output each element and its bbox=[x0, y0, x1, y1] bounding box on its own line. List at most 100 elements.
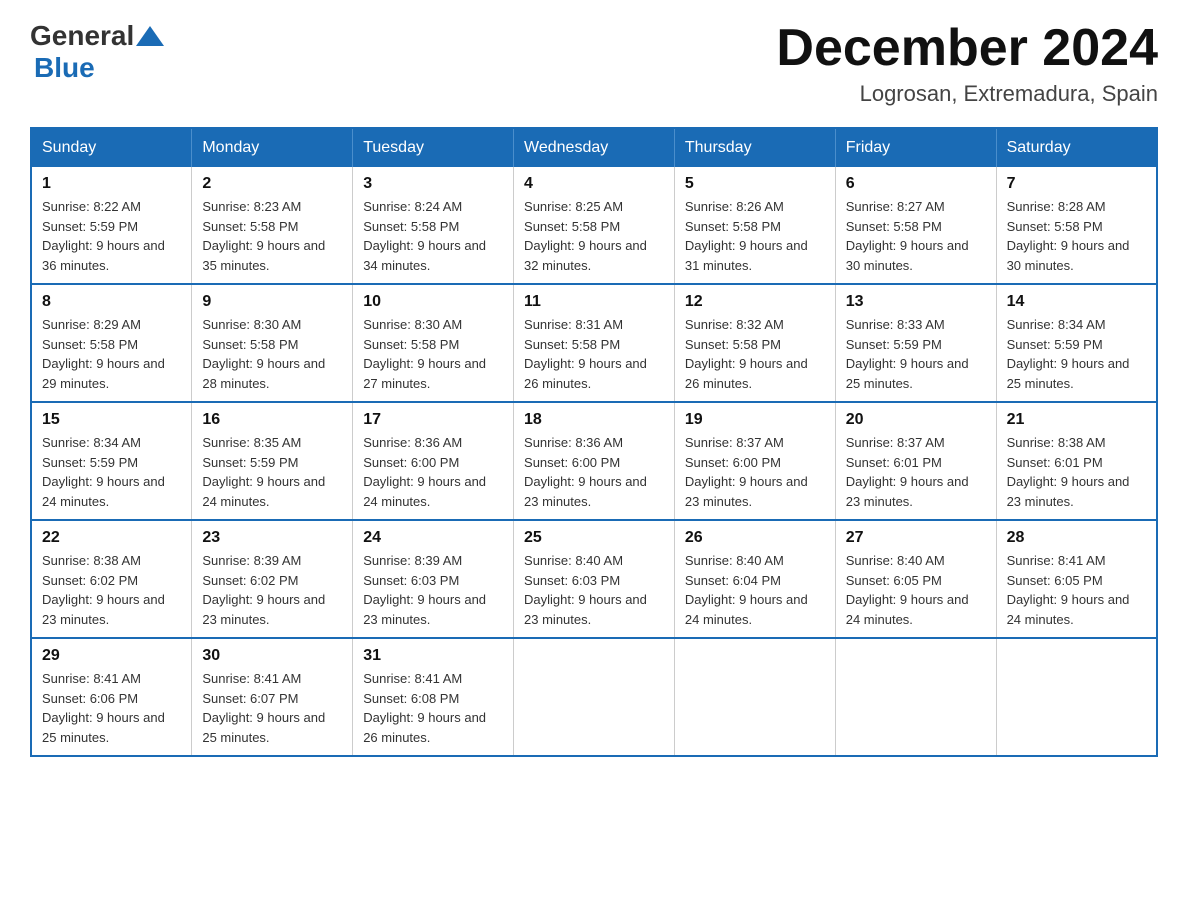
sunrise-label: Sunrise: bbox=[1007, 553, 1058, 568]
calendar-cell: 19 Sunrise: 8:37 AM Sunset: 6:00 PM Dayl… bbox=[674, 402, 835, 520]
day-number: 30 bbox=[202, 647, 342, 665]
calendar-cell: 8 Sunrise: 8:29 AM Sunset: 5:58 PM Dayli… bbox=[31, 284, 192, 402]
day-number: 28 bbox=[1007, 529, 1146, 547]
day-number: 16 bbox=[202, 411, 342, 429]
sunset-label: Sunset: bbox=[363, 219, 411, 234]
sunset-value: 6:00 PM bbox=[411, 455, 459, 470]
daylight-label: Daylight: 9 hours and 24 minutes. bbox=[846, 592, 969, 627]
sunset-label: Sunset: bbox=[846, 573, 894, 588]
daylight-label: Daylight: 9 hours and 36 minutes. bbox=[42, 238, 165, 273]
calendar-cell: 5 Sunrise: 8:26 AM Sunset: 5:58 PM Dayli… bbox=[674, 167, 835, 284]
sunrise-value: 8:24 AM bbox=[415, 199, 463, 214]
sunrise-value: 8:38 AM bbox=[1058, 435, 1106, 450]
day-number: 13 bbox=[846, 293, 986, 311]
calendar-cell: 7 Sunrise: 8:28 AM Sunset: 5:58 PM Dayli… bbox=[996, 167, 1157, 284]
calendar-cell: 15 Sunrise: 8:34 AM Sunset: 5:59 PM Dayl… bbox=[31, 402, 192, 520]
sunrise-label: Sunrise: bbox=[42, 317, 93, 332]
daylight-label: Daylight: 9 hours and 24 minutes. bbox=[363, 474, 486, 509]
sunrise-label: Sunrise: bbox=[685, 553, 736, 568]
sunrise-label: Sunrise: bbox=[202, 553, 253, 568]
calendar-cell: 20 Sunrise: 8:37 AM Sunset: 6:01 PM Dayl… bbox=[835, 402, 996, 520]
sunrise-value: 8:33 AM bbox=[897, 317, 945, 332]
calendar-cell: 22 Sunrise: 8:38 AM Sunset: 6:02 PM Dayl… bbox=[31, 520, 192, 638]
calendar-cell: 14 Sunrise: 8:34 AM Sunset: 5:59 PM Dayl… bbox=[996, 284, 1157, 402]
day-number: 15 bbox=[42, 411, 181, 429]
calendar-cell: 23 Sunrise: 8:39 AM Sunset: 6:02 PM Dayl… bbox=[192, 520, 353, 638]
sunrise-label: Sunrise: bbox=[685, 317, 736, 332]
daylight-label: Daylight: 9 hours and 26 minutes. bbox=[685, 356, 808, 391]
day-info: Sunrise: 8:39 AM Sunset: 6:02 PM Dayligh… bbox=[202, 551, 342, 629]
daylight-label: Daylight: 9 hours and 25 minutes. bbox=[202, 710, 325, 745]
sunset-value: 5:58 PM bbox=[411, 337, 459, 352]
calendar-cell bbox=[514, 638, 675, 756]
sunset-value: 5:58 PM bbox=[733, 219, 781, 234]
calendar-week-row: 22 Sunrise: 8:38 AM Sunset: 6:02 PM Dayl… bbox=[31, 520, 1157, 638]
sunset-label: Sunset: bbox=[42, 219, 90, 234]
calendar-table: SundayMondayTuesdayWednesdayThursdayFrid… bbox=[30, 127, 1158, 757]
sunrise-value: 8:35 AM bbox=[254, 435, 302, 450]
sunrise-label: Sunrise: bbox=[524, 199, 575, 214]
calendar-cell: 16 Sunrise: 8:35 AM Sunset: 5:59 PM Dayl… bbox=[192, 402, 353, 520]
sunrise-value: 8:41 AM bbox=[415, 671, 463, 686]
sunrise-value: 8:39 AM bbox=[254, 553, 302, 568]
daylight-label: Daylight: 9 hours and 34 minutes. bbox=[363, 238, 486, 273]
sunrise-value: 8:23 AM bbox=[254, 199, 302, 214]
daylight-label: Daylight: 9 hours and 24 minutes. bbox=[1007, 592, 1130, 627]
calendar-header-saturday: Saturday bbox=[996, 128, 1157, 167]
day-info: Sunrise: 8:22 AM Sunset: 5:59 PM Dayligh… bbox=[42, 197, 181, 275]
day-number: 24 bbox=[363, 529, 503, 547]
day-number: 29 bbox=[42, 647, 181, 665]
daylight-label: Daylight: 9 hours and 25 minutes. bbox=[846, 356, 969, 391]
daylight-label: Daylight: 9 hours and 26 minutes. bbox=[363, 710, 486, 745]
sunrise-value: 8:31 AM bbox=[575, 317, 623, 332]
sunrise-label: Sunrise: bbox=[685, 435, 736, 450]
sunset-label: Sunset: bbox=[524, 337, 572, 352]
day-info: Sunrise: 8:30 AM Sunset: 5:58 PM Dayligh… bbox=[363, 315, 503, 393]
sunrise-value: 8:34 AM bbox=[93, 435, 141, 450]
daylight-label: Daylight: 9 hours and 30 minutes. bbox=[846, 238, 969, 273]
daylight-label: Daylight: 9 hours and 26 minutes. bbox=[524, 356, 647, 391]
sunset-value: 5:58 PM bbox=[250, 219, 298, 234]
sunrise-label: Sunrise: bbox=[1007, 199, 1058, 214]
daylight-label: Daylight: 9 hours and 31 minutes. bbox=[685, 238, 808, 273]
sunset-value: 5:58 PM bbox=[250, 337, 298, 352]
page-header: General Blue December 2024 Logrosan, Ext… bbox=[30, 20, 1158, 107]
day-info: Sunrise: 8:35 AM Sunset: 5:59 PM Dayligh… bbox=[202, 433, 342, 511]
day-number: 9 bbox=[202, 293, 342, 311]
sunset-label: Sunset: bbox=[42, 573, 90, 588]
sunrise-value: 8:41 AM bbox=[93, 671, 141, 686]
logo-arrow-icon bbox=[136, 26, 164, 46]
sunset-value: 6:00 PM bbox=[572, 455, 620, 470]
daylight-label: Daylight: 9 hours and 32 minutes. bbox=[524, 238, 647, 273]
calendar-cell: 4 Sunrise: 8:25 AM Sunset: 5:58 PM Dayli… bbox=[514, 167, 675, 284]
day-info: Sunrise: 8:40 AM Sunset: 6:03 PM Dayligh… bbox=[524, 551, 664, 629]
day-info: Sunrise: 8:37 AM Sunset: 6:00 PM Dayligh… bbox=[685, 433, 825, 511]
calendar-header-tuesday: Tuesday bbox=[353, 128, 514, 167]
day-number: 14 bbox=[1007, 293, 1146, 311]
sunset-label: Sunset: bbox=[846, 219, 894, 234]
calendar-header-sunday: Sunday bbox=[31, 128, 192, 167]
sunrise-label: Sunrise: bbox=[202, 199, 253, 214]
day-number: 17 bbox=[363, 411, 503, 429]
sunset-label: Sunset: bbox=[1007, 573, 1055, 588]
sunset-label: Sunset: bbox=[363, 337, 411, 352]
calendar-cell bbox=[835, 638, 996, 756]
sunset-value: 6:08 PM bbox=[411, 691, 459, 706]
day-info: Sunrise: 8:32 AM Sunset: 5:58 PM Dayligh… bbox=[685, 315, 825, 393]
sunset-value: 6:05 PM bbox=[893, 573, 941, 588]
sunset-value: 5:59 PM bbox=[250, 455, 298, 470]
sunrise-value: 8:36 AM bbox=[415, 435, 463, 450]
calendar-header-thursday: Thursday bbox=[674, 128, 835, 167]
calendar-cell: 12 Sunrise: 8:32 AM Sunset: 5:58 PM Dayl… bbox=[674, 284, 835, 402]
day-number: 6 bbox=[846, 175, 986, 193]
sunset-value: 6:05 PM bbox=[1054, 573, 1102, 588]
sunset-value: 6:01 PM bbox=[893, 455, 941, 470]
day-number: 23 bbox=[202, 529, 342, 547]
sunrise-value: 8:40 AM bbox=[736, 553, 784, 568]
daylight-label: Daylight: 9 hours and 24 minutes. bbox=[42, 474, 165, 509]
calendar-cell: 27 Sunrise: 8:40 AM Sunset: 6:05 PM Dayl… bbox=[835, 520, 996, 638]
sunrise-label: Sunrise: bbox=[202, 317, 253, 332]
sunrise-label: Sunrise: bbox=[42, 553, 93, 568]
calendar-cell: 30 Sunrise: 8:41 AM Sunset: 6:07 PM Dayl… bbox=[192, 638, 353, 756]
day-number: 8 bbox=[42, 293, 181, 311]
